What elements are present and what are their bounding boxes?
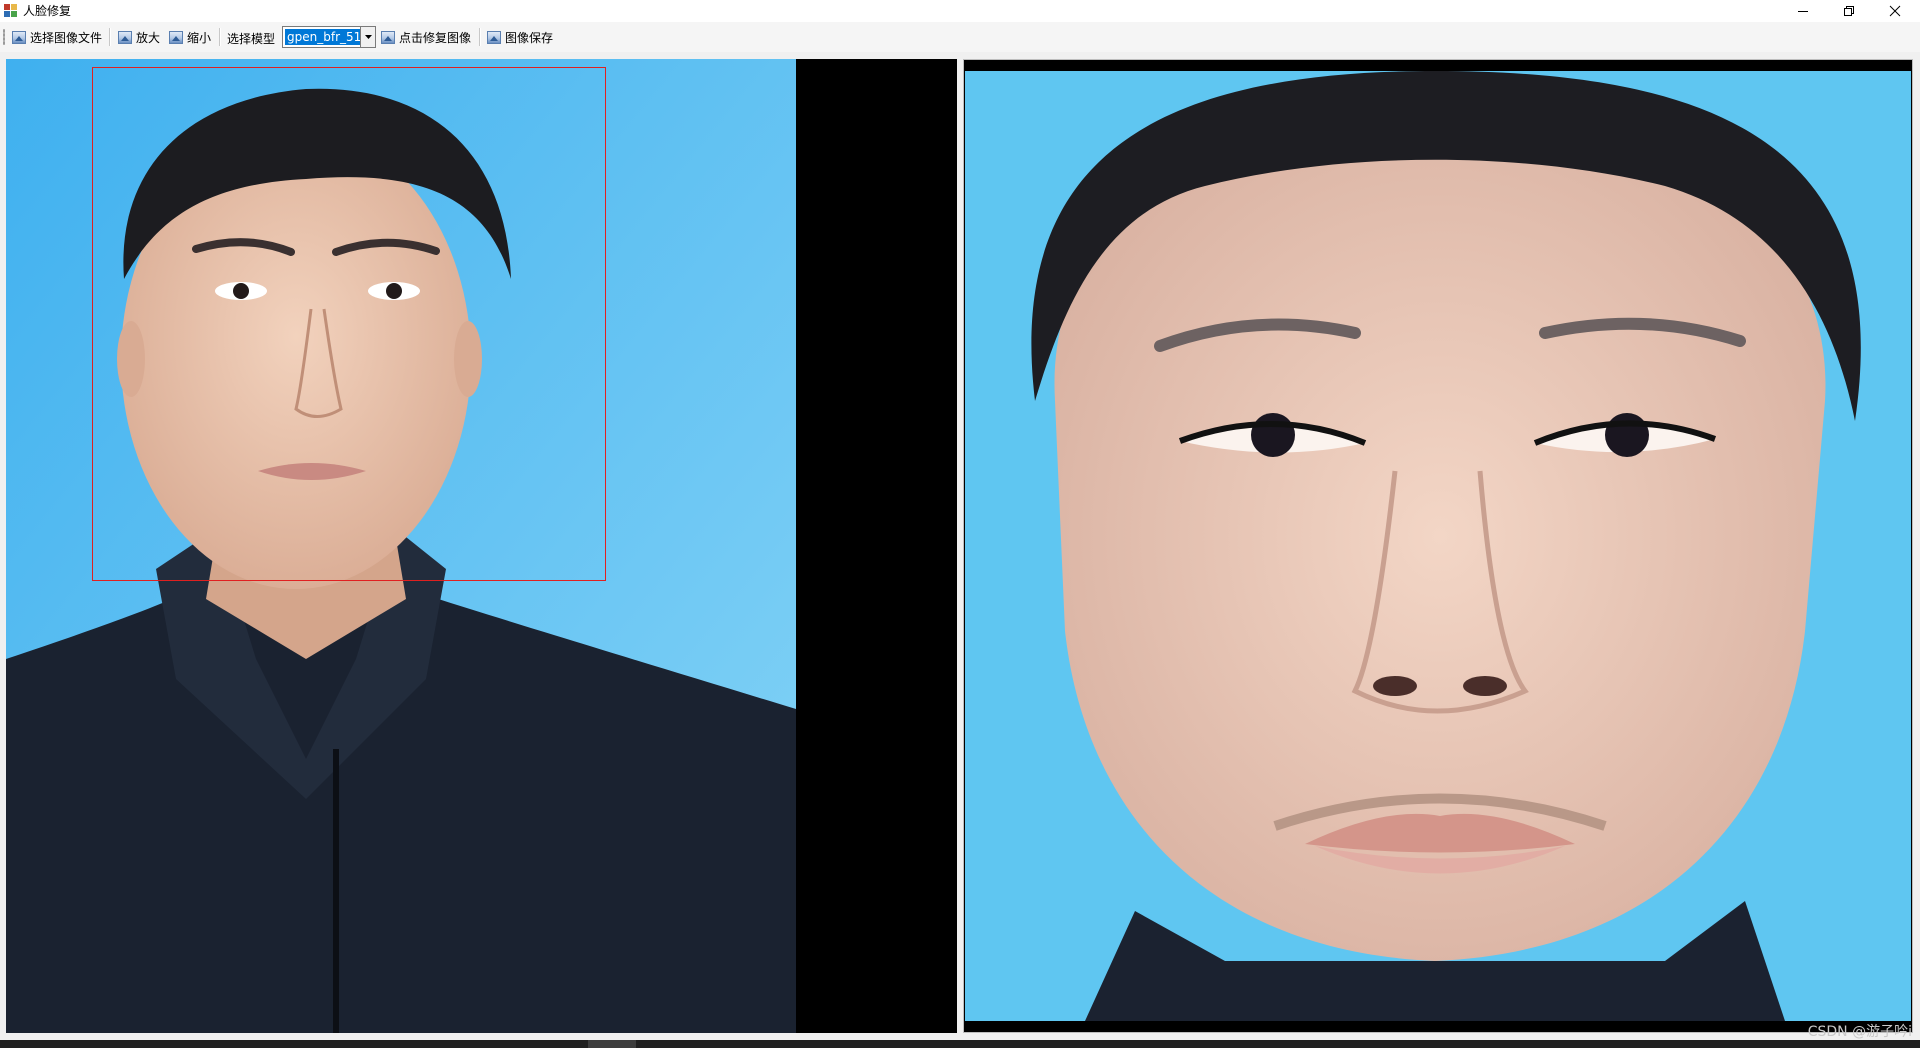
restore-image-button[interactable]: 点击修复图像 bbox=[381, 26, 471, 48]
taskbar-strip bbox=[0, 1040, 1920, 1048]
close-icon bbox=[1889, 5, 1901, 17]
save-image-button[interactable]: 图像保存 bbox=[487, 26, 553, 48]
image-icon bbox=[12, 30, 26, 44]
toolbar: 选择图像文件 放大 缩小 选择模型 gpen_bfr_51 点击修复图像 图像保… bbox=[0, 22, 1920, 52]
toolbar-separator bbox=[479, 28, 481, 46]
zoom-out-button[interactable]: 缩小 bbox=[169, 26, 211, 48]
toolbar-grip[interactable] bbox=[3, 29, 5, 45]
title-bar: 人脸修复 bbox=[0, 0, 1920, 22]
select-image-button[interactable]: 选择图像文件 bbox=[12, 26, 102, 48]
image-icon bbox=[487, 30, 501, 44]
image-icon bbox=[169, 30, 183, 44]
toolbar-separator bbox=[109, 28, 111, 46]
image-icon bbox=[381, 30, 395, 44]
watermark: CSDN @游子吟i bbox=[1807, 1024, 1912, 1040]
face-detection-box bbox=[92, 67, 606, 581]
restored-face-image bbox=[965, 71, 1911, 1021]
minimize-icon bbox=[1798, 11, 1808, 12]
toolbar-separator bbox=[219, 28, 221, 46]
zoom-in-label: 放大 bbox=[136, 30, 161, 45]
original-image-panel[interactable] bbox=[6, 59, 957, 1033]
select-image-label: 选择图像文件 bbox=[30, 30, 103, 45]
restored-image-panel[interactable] bbox=[963, 59, 1913, 1033]
save-image-label: 图像保存 bbox=[505, 30, 554, 45]
chevron-down-icon bbox=[364, 35, 372, 39]
model-select[interactable]: gpen_bfr_51 bbox=[282, 26, 376, 48]
app-icon bbox=[4, 4, 17, 17]
restore-icon bbox=[1844, 6, 1854, 16]
model-select-value[interactable]: gpen_bfr_51 bbox=[285, 29, 364, 45]
restore-button[interactable] bbox=[1826, 0, 1872, 22]
minimize-button[interactable] bbox=[1780, 0, 1826, 22]
image-icon bbox=[118, 30, 132, 44]
window-title: 人脸修复 bbox=[23, 4, 72, 18]
zoom-in-button[interactable]: 放大 bbox=[118, 26, 160, 48]
dropdown-button[interactable] bbox=[360, 27, 375, 47]
restore-image-label: 点击修复图像 bbox=[399, 30, 472, 45]
taskbar-item[interactable] bbox=[588, 1040, 636, 1048]
model-label: 选择模型 bbox=[227, 32, 276, 46]
zoom-out-label: 缩小 bbox=[187, 30, 212, 45]
close-button[interactable] bbox=[1872, 0, 1918, 22]
